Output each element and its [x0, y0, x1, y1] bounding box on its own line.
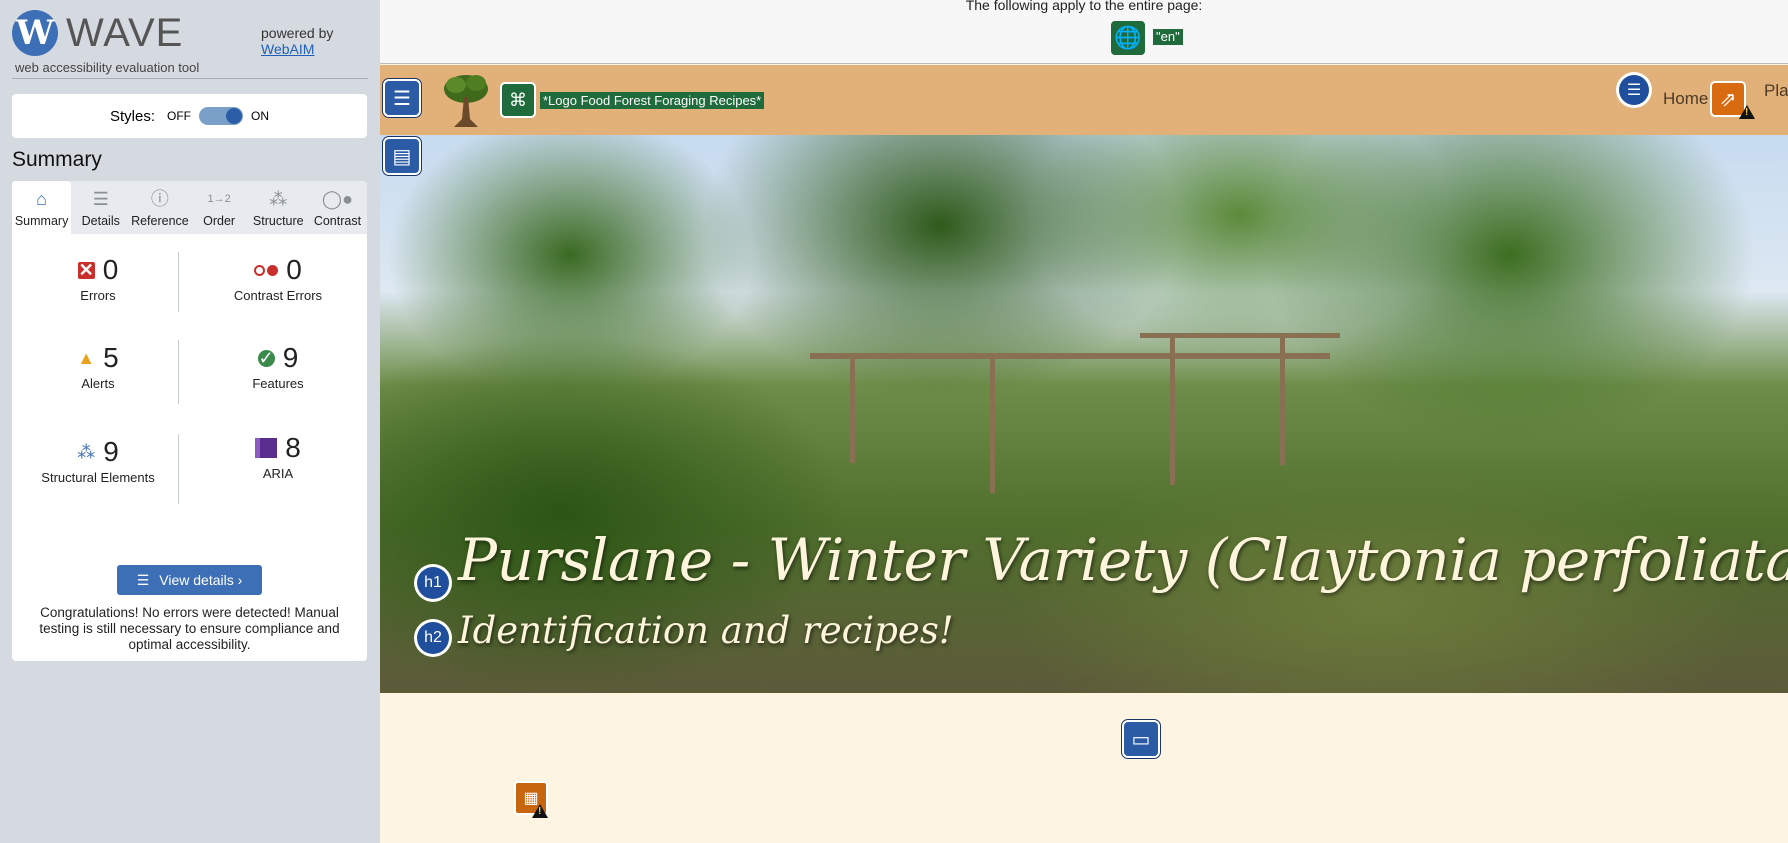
evaluated-page: The following apply to the entire page: …	[380, 0, 1788, 843]
logo-alt-tag: *Logo Food Forest Foraging Recipes*	[540, 92, 765, 109]
webaim-link[interactable]: WebAIM	[261, 41, 314, 57]
tab-label: Reference	[131, 214, 189, 228]
error-icon: ✕	[77, 259, 95, 280]
stat-features[interactable]: ✓ 9 Features	[198, 342, 358, 391]
list-icon: ☰	[1619, 75, 1649, 105]
list-icon: ☰	[92, 189, 109, 209]
tab-order[interactable]: 1→2 Order	[190, 181, 249, 234]
alerts-count: 5	[103, 342, 119, 373]
structural-label: Structural Elements	[41, 470, 155, 485]
pergola-post	[990, 353, 995, 493]
congrats-message: Congratulations! No errors were detected…	[39, 605, 340, 652]
wave-sidebar: W WAVE web accessibility evaluation tool…	[0, 0, 380, 843]
structural-count: 9	[103, 436, 119, 467]
errors-count: 0	[102, 254, 119, 285]
tab-details[interactable]: ☰ Details	[71, 181, 130, 234]
tab-contrast[interactable]: ◯● Contrast	[308, 181, 367, 234]
info-icon: ⓘ	[150, 189, 169, 209]
alert-icon: ▲	[77, 347, 96, 368]
summary-panel: ⌂ Summary ☰ Details ⓘ Reference 1→2 Orde…	[12, 181, 367, 661]
tab-reference[interactable]: ⓘ Reference	[130, 181, 189, 234]
page-language-bar: The following apply to the entire page: …	[380, 0, 1788, 64]
banner-region-icon[interactable]: ▤	[383, 137, 421, 175]
powered-by-text: powered by	[261, 25, 334, 41]
styles-off-label: OFF	[167, 109, 191, 123]
pergola	[810, 353, 1330, 359]
styles-label: Styles:	[109, 107, 155, 125]
hero-heading-h1: Purslane - Winter Variety (Claytonia per…	[458, 526, 1788, 594]
styles-toggle[interactable]	[199, 107, 243, 125]
lang-notice: The following apply to the entire page:	[965, 0, 1203, 13]
errors-label: Errors	[80, 288, 116, 303]
divider	[178, 252, 179, 312]
wave-logo[interactable]: W WAVE	[12, 10, 183, 56]
powered-by: powered by WebAIM	[261, 25, 333, 57]
view-details-button[interactable]: ☰ View details ›	[117, 565, 262, 595]
pergola-post	[1280, 335, 1285, 465]
pergola-post	[1170, 335, 1175, 485]
tab-label: Structure	[252, 214, 304, 228]
tab-summary[interactable]: ⌂ Summary	[12, 181, 72, 234]
stat-structural[interactable]: ⁂ 9 Structural Elements	[18, 436, 178, 485]
nav-link-partial[interactable]: Pla	[1764, 81, 1788, 101]
styles-toggle-box: Styles: OFF ON	[12, 94, 367, 138]
nav-home-link[interactable]: Home	[1663, 89, 1708, 109]
header-region-icon[interactable]: ☰	[383, 79, 421, 117]
tab-bar: ⌂ Summary ☰ Details ⓘ Reference 1→2 Orde…	[12, 181, 367, 234]
nav-list-icon[interactable]: ☰	[1616, 72, 1652, 108]
h1-badge-icon[interactable]: h1	[414, 564, 452, 602]
alerts-label: Alerts	[81, 376, 115, 391]
contrast-errors-count: 0	[286, 254, 302, 285]
feature-check-icon: ✓	[257, 347, 275, 368]
contrast-icon: ◯●	[321, 189, 353, 209]
site-header: ☰ ⌘ *Logo Food Forest Foraging Recipes* …	[380, 65, 1788, 135]
view-details-label: View details ›	[159, 572, 243, 588]
wave-logo-text: WAVE	[66, 10, 184, 55]
tab-label: Contrast	[313, 214, 362, 228]
structure-icon: ⁂	[269, 189, 288, 209]
divider	[178, 340, 179, 404]
list-icon: ☰	[136, 571, 150, 588]
hero-heading-h2: Identification and recipes!	[458, 609, 954, 652]
divider	[12, 78, 368, 79]
structure-icon: ⁂	[77, 441, 96, 462]
home-icon: ⌂	[36, 189, 48, 209]
tree-logo-icon[interactable]	[440, 71, 492, 129]
hero-banner: ▤ h1 Purslane - Winter Variety (Claytoni…	[380, 135, 1788, 693]
stat-errors[interactable]: ✕ 0 Errors	[18, 254, 178, 303]
stat-aria[interactable]: 8 ARIA	[198, 432, 358, 481]
tab-label: Summary	[14, 214, 69, 228]
order-icon: 1→2	[207, 193, 231, 205]
aria-icon	[255, 438, 278, 458]
tab-label: Details	[81, 214, 120, 228]
warning-icon	[1739, 105, 1755, 119]
h2-badge-label: h2	[417, 622, 449, 654]
stat-contrast-errors[interactable]: 0 Contrast Errors	[198, 254, 358, 303]
warning-icon	[532, 804, 548, 818]
globe-icon[interactable]: 🌐	[1111, 21, 1145, 55]
wave-tagline: web accessibility evaluation tool	[15, 60, 200, 75]
features-label: Features	[252, 376, 304, 391]
features-count: 9	[282, 342, 299, 373]
main-region-icon[interactable]: ▭	[1122, 720, 1160, 758]
image-alt-icon[interactable]: ⌘	[500, 82, 536, 118]
pergola-post	[850, 353, 855, 463]
tab-label: Order	[203, 214, 236, 228]
contrast-errors-label: Contrast Errors	[233, 288, 323, 303]
styles-on-label: ON	[251, 109, 269, 123]
aria-label: ARIA	[262, 466, 294, 481]
lang-tag: "en"	[1153, 29, 1183, 45]
summary-heading: Summary	[12, 148, 102, 171]
tab-structure[interactable]: ⁂ Structure	[249, 181, 308, 234]
stat-alerts[interactable]: ▲ 5 Alerts	[18, 342, 178, 391]
h1-badge-label: h1	[417, 567, 449, 599]
divider	[178, 434, 179, 504]
wave-logo-icon: W	[12, 10, 58, 56]
aria-count: 8	[285, 432, 301, 463]
h2-badge-icon[interactable]: h2	[414, 619, 452, 657]
contrast-error-icon	[254, 264, 279, 276]
